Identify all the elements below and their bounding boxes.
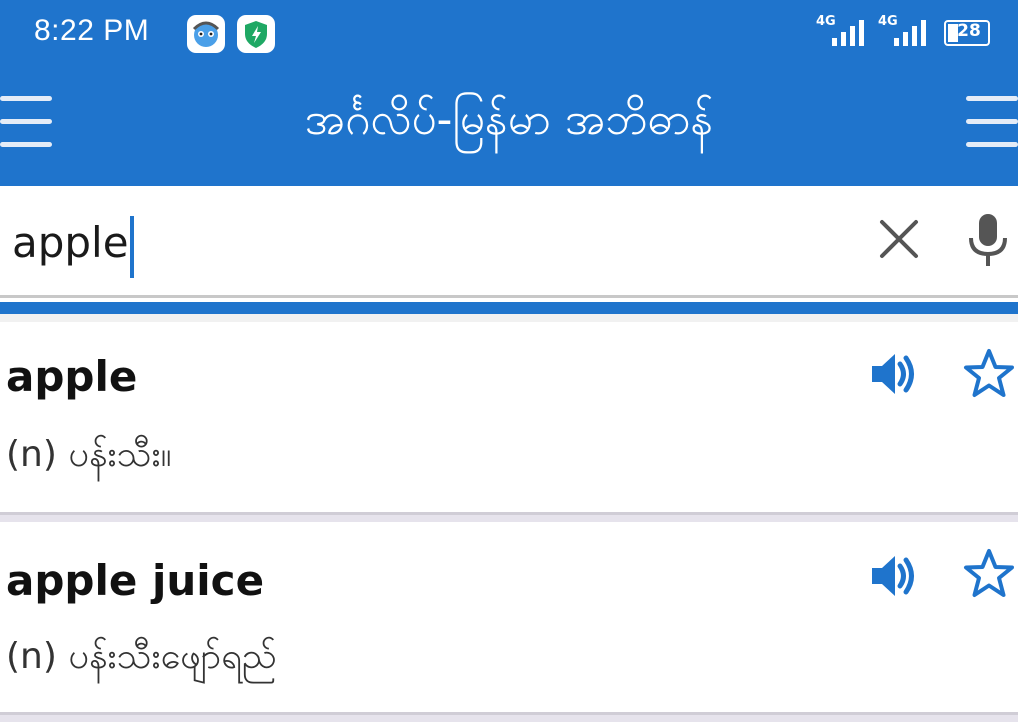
menu-icon[interactable] xyxy=(0,96,52,152)
list-item[interactable]: apple (n) ပန်းသီး။ xyxy=(0,322,1018,512)
menu-icon-right[interactable] xyxy=(966,96,1018,152)
status-time: 8:22 PM xyxy=(34,14,150,47)
speaker-icon[interactable] xyxy=(869,350,923,398)
status-bar: 8:22 PM 4G 4G 28 xyxy=(0,0,1018,70)
divider xyxy=(0,512,1018,522)
result-word: apple juice xyxy=(6,556,265,605)
battery-level: 28 xyxy=(957,21,981,41)
star-icon[interactable] xyxy=(962,348,1016,400)
result-definition: (n) ပန်းသီး။ xyxy=(6,434,172,475)
notification-app-icon xyxy=(187,15,225,53)
result-definition: (n) ပန်းသီးဖျော်ရည် xyxy=(6,636,277,677)
signal-icon xyxy=(832,20,864,46)
search-input[interactable] xyxy=(12,214,612,270)
list-item[interactable]: apple juice (n) ပန်းသီးဖျော်ရည် xyxy=(0,522,1018,714)
star-icon[interactable] xyxy=(962,548,1016,600)
microphone-icon[interactable] xyxy=(967,212,1009,270)
battery-icon: 28 xyxy=(944,20,990,46)
app-title: အင်္ဂလိပ်-မြန်မာ အဘိဓာန် xyxy=(304,94,714,145)
result-word: apple xyxy=(6,352,138,401)
divider xyxy=(0,712,1018,722)
text-cursor xyxy=(130,216,134,278)
divider xyxy=(0,314,1018,322)
shield-icon xyxy=(237,15,275,53)
speaker-icon[interactable] xyxy=(869,552,923,600)
progress-divider xyxy=(0,302,1018,314)
signal-icon-2 xyxy=(894,20,926,46)
close-icon[interactable] xyxy=(878,218,920,260)
